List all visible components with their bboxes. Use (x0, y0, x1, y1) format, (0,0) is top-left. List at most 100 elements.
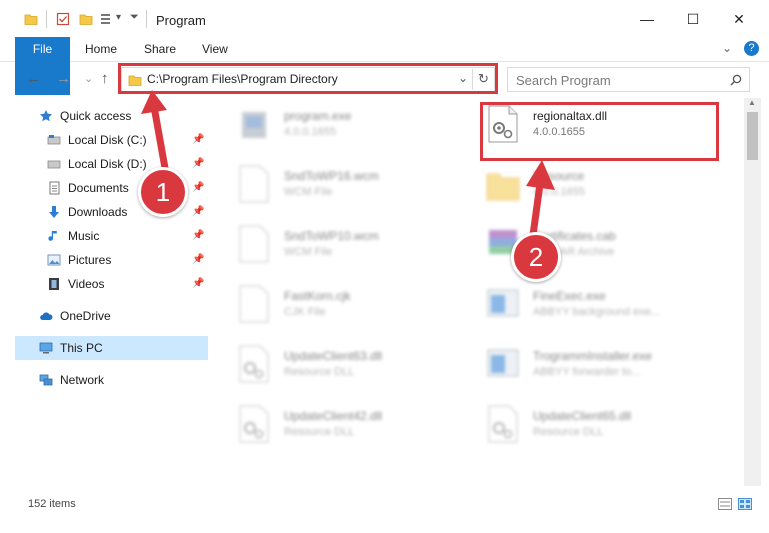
sidebar-item-label: Pictures (68, 253, 112, 267)
pin-icon: 📌 (192, 254, 205, 265)
annotation-highlight-file (480, 102, 719, 161)
sidebar-item-this-pc[interactable]: This PC (15, 336, 208, 360)
sidebar-item-label: Quick access (60, 109, 132, 123)
details-view-icon[interactable] (718, 498, 732, 510)
file-name: TrogrammInstaller.exe (533, 349, 652, 363)
pin-icon: 📌 (192, 206, 205, 217)
file-type: Resource DLL (284, 366, 355, 378)
title-divider (146, 10, 147, 28)
music-note-icon (48, 231, 57, 241)
sidebar-item-label: Documents (68, 181, 129, 195)
search-input[interactable]: Search Program (507, 67, 750, 92)
file-name: UpdateClient65.dll (533, 409, 632, 423)
navigation-pane: Quick access Local Disk (C:) 📌 Local Dis… (15, 101, 208, 486)
maximize-button[interactable]: ☐ (673, 4, 713, 34)
annotation-step-1-badge: 1 (138, 167, 188, 217)
title-bar: ▾ ⏷ Program — ☐ ✕ (0, 0, 769, 37)
file-name: FastKorn.cjk (284, 289, 351, 303)
file-item[interactable]: SndToWP16.wcm WCM File (236, 160, 466, 218)
help-icon[interactable]: ? (744, 41, 759, 56)
properties-icon[interactable] (56, 12, 70, 26)
scroll-up-arrow-icon[interactable]: ▲ (748, 98, 756, 107)
file-name: program.exe (284, 109, 352, 123)
chevron-down-icon[interactable]: ▾ (116, 12, 121, 23)
network-icon (39, 374, 53, 386)
drive-icon (47, 160, 61, 169)
drive-icon (47, 135, 61, 145)
sidebar-item-videos[interactable]: Videos 📌 (15, 272, 208, 296)
search-icon[interactable] (730, 74, 742, 86)
star-icon (40, 110, 52, 122)
file-type: CJK File (284, 306, 326, 318)
file-type: ABBYY background exe... (533, 306, 660, 318)
file-item[interactable]: FastKorn.cjk CJK File (236, 280, 466, 338)
recent-locations-button[interactable]: ⌄ (84, 72, 93, 85)
sidebar-item-label: Network (60, 373, 105, 387)
file-item[interactable]: UpdateClient65.dll Resource DLL (485, 400, 715, 458)
sidebar-item-network[interactable]: Network (15, 368, 208, 392)
file-type: WCM File (284, 186, 333, 198)
monitor-icon (39, 342, 53, 354)
vertical-scrollbar[interactable]: ▲ (744, 98, 761, 486)
quick-access-dropdown-icon[interactable]: ⏷ (130, 11, 139, 24)
back-button[interactable]: ← (26, 70, 41, 87)
file-item[interactable]: FineExec.exe ABBYY background exe... (485, 280, 715, 338)
sidebar-item-pictures[interactable]: Pictures 📌 (15, 248, 208, 272)
tab-share[interactable]: Share (144, 37, 176, 61)
minimize-icon: — (640, 11, 654, 27)
file-name: FineExec.exe (533, 289, 606, 303)
minimize-button[interactable]: — (627, 4, 667, 34)
dll-gear-icon (239, 345, 269, 383)
file-name: SndToWP16.wcm (284, 169, 379, 183)
sidebar-item-label: Local Disk (C:) (68, 133, 147, 147)
up-button[interactable]: ↑ (101, 70, 109, 87)
file-item[interactable]: UpdateClient63.dll Resource DLL (236, 340, 466, 398)
tiles-view-icon[interactable] (738, 498, 752, 510)
scrollbar-thumb[interactable] (747, 112, 758, 160)
status-bar: 152 items (0, 493, 769, 515)
new-folder-icon[interactable] (79, 12, 93, 26)
folder-icon (24, 14, 38, 25)
sidebar-item-quick-access[interactable]: Quick access (15, 104, 208, 128)
file-item[interactable]: program.exe 4.0.0.1655 (236, 100, 466, 158)
file-name: UpdateClient63.dll (284, 349, 383, 363)
pin-icon: 📌 (192, 230, 205, 241)
sidebar-item-label: This PC (60, 341, 103, 355)
sidebar-item-label: Downloads (68, 205, 128, 219)
close-button[interactable]: ✕ (719, 4, 759, 34)
blank-file-icon (239, 165, 269, 203)
sidebar-item-onedrive[interactable]: OneDrive (15, 304, 208, 328)
ribbon-expand-icon[interactable]: ⌄ (722, 41, 732, 55)
folder-icon (486, 173, 520, 201)
customize-toolbar-icon[interactable] (100, 12, 114, 26)
pin-icon: 📌 (192, 134, 205, 145)
file-item[interactable]: Resource 4.0.0.1655 (485, 160, 715, 218)
pictures-icon (47, 254, 61, 266)
pin-icon: 📌 (192, 278, 205, 289)
file-type: WCM File (284, 246, 333, 258)
tab-view[interactable]: View (202, 37, 228, 61)
annotation-step-2-badge: 2 (511, 232, 561, 282)
tab-home[interactable]: Home (85, 37, 117, 61)
dll-gear-icon (239, 405, 269, 443)
maximize-icon: ☐ (686, 10, 700, 27)
cloud-icon (40, 312, 53, 320)
dll-gear-icon (488, 405, 518, 443)
file-name: SndToWP10.wcm (284, 229, 379, 243)
file-name: Resource (533, 169, 585, 183)
file-version: 4.0.0.1655 (284, 126, 336, 138)
film-icon (49, 278, 59, 290)
file-type: Resource DLL (284, 426, 355, 438)
ribbon-tabs: File Home Share View ⌄ ? (0, 37, 769, 95)
file-item[interactable]: TrogrammInstaller.exe ABBYY forwarder to… (485, 340, 715, 398)
forward-button[interactable]: → (56, 70, 71, 87)
sidebar-item-music[interactable]: Music 📌 (15, 224, 208, 248)
file-item[interactable]: SndToWP10.wcm WCM File (236, 220, 466, 278)
download-arrow-icon (49, 206, 59, 218)
pin-icon: 📌 (192, 182, 205, 193)
sidebar-item-local-disk-c[interactable]: Local Disk (C:) 📌 (15, 128, 208, 152)
documents-icon (49, 181, 60, 195)
blank-file-icon (239, 225, 269, 263)
file-item[interactable]: UpdateClient42.dll Resource DLL (236, 400, 466, 458)
search-placeholder: Search Program (516, 73, 611, 88)
